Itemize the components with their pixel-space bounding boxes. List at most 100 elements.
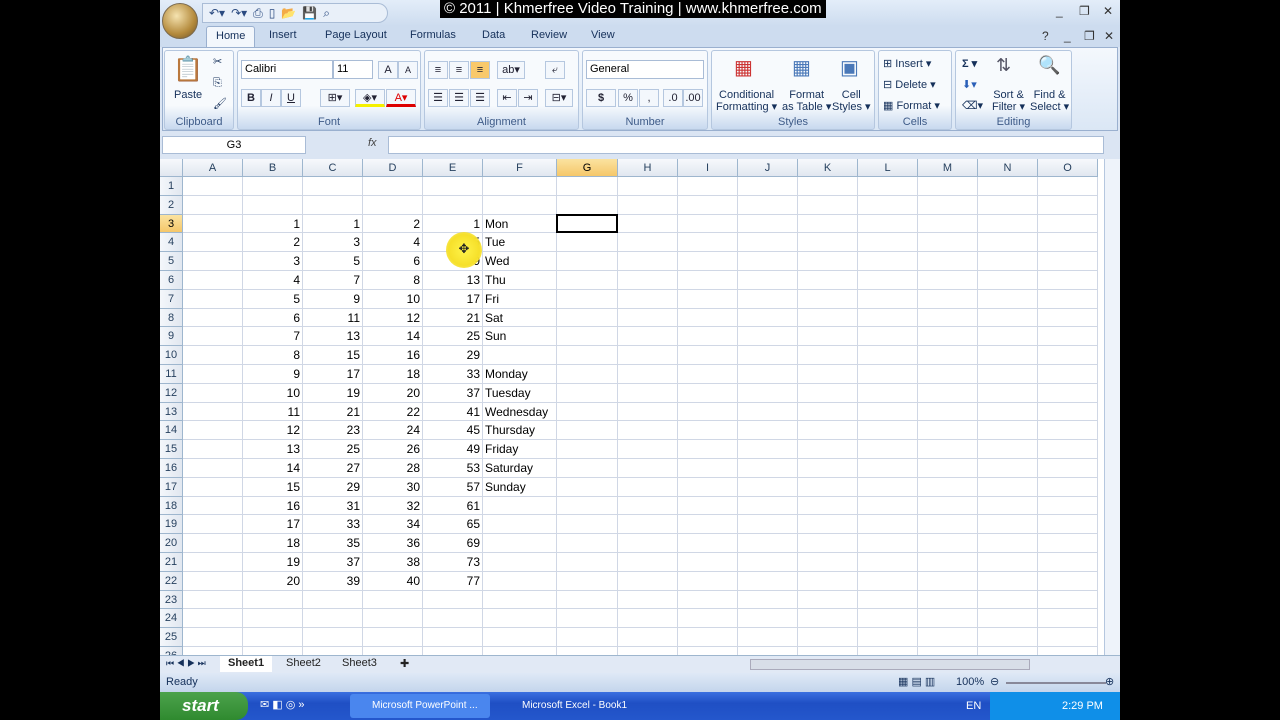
cell-i9[interactable]	[678, 327, 738, 347]
cell-g22[interactable]	[557, 571, 618, 591]
cell-styles-icon[interactable]: ▣	[840, 55, 859, 80]
cell-o20[interactable]	[1038, 534, 1098, 553]
cell-k17[interactable]	[798, 477, 858, 497]
cell-c17[interactable]: 29	[303, 477, 363, 497]
cell-e7[interactable]: 17	[423, 289, 483, 309]
cell-j26[interactable]	[738, 647, 798, 655]
cell-f15[interactable]: Friday	[483, 440, 557, 459]
format-cells-button[interactable]: ▦ Format ▾	[883, 99, 940, 112]
cell-g15[interactable]	[557, 440, 618, 459]
cell-d5[interactable]: 6	[363, 252, 423, 271]
align-middle-icon[interactable]: ≡	[449, 61, 469, 79]
cell-m3[interactable]	[918, 214, 978, 234]
cell-n7[interactable]	[978, 289, 1038, 309]
cell-j7[interactable]	[738, 289, 798, 309]
cell-d25[interactable]	[363, 628, 423, 647]
cell-n25[interactable]	[978, 628, 1038, 647]
cell-a25[interactable]	[183, 628, 243, 647]
row-header[interactable]: 14	[160, 421, 183, 441]
cell-e17[interactable]: 57	[423, 477, 483, 497]
cell-e14[interactable]: 45	[423, 421, 483, 441]
align-left-icon[interactable]: ☰	[428, 89, 448, 107]
cell-b9[interactable]: 7	[243, 327, 303, 347]
cell-d24[interactable]	[363, 609, 423, 629]
orientation-icon[interactable]: ab▾	[497, 61, 525, 79]
format-as-table-button[interactable]: Format as Table ▾	[782, 89, 831, 113]
cell-m16[interactable]	[918, 459, 978, 478]
cell-n11[interactable]	[978, 365, 1038, 384]
tab-insert[interactable]: Insert	[269, 29, 297, 41]
cell-l9[interactable]	[858, 327, 918, 347]
row-header[interactable]: 20	[160, 534, 183, 553]
cell-n23[interactable]	[978, 590, 1038, 610]
cell-d14[interactable]: 24	[363, 421, 423, 441]
cell-c22[interactable]: 39	[303, 571, 363, 591]
cell-a6[interactable]	[183, 271, 243, 290]
cell-g10[interactable]	[557, 346, 618, 365]
currency-button[interactable]: $	[586, 89, 616, 107]
cell-k16[interactable]	[798, 459, 858, 478]
tab-home[interactable]: Home	[206, 26, 256, 47]
cell-j15[interactable]	[738, 440, 798, 459]
worksheet-grid[interactable]: ABCDEFGHIJKLMNO1231121Mon42345Tue53569We…	[160, 159, 1104, 655]
sort-filter-icon[interactable]: ⇅	[996, 55, 1011, 76]
cell-k5[interactable]	[798, 252, 858, 271]
cut-icon[interactable]: ✂	[213, 55, 222, 68]
cell-a2[interactable]	[183, 195, 243, 215]
cell-k25[interactable]	[798, 628, 858, 647]
taskbar-powerpoint[interactable]: Microsoft PowerPoint ...	[350, 694, 490, 718]
cell-h23[interactable]	[618, 590, 678, 610]
redo-icon[interactable]: ↷▾	[231, 6, 247, 20]
cell-k13[interactable]	[798, 402, 858, 422]
cell-k22[interactable]	[798, 571, 858, 591]
conditional-formatting-button[interactable]: Conditional Formatting ▾	[716, 89, 777, 113]
tab-formulas[interactable]: Formulas	[410, 29, 456, 41]
cell-i24[interactable]	[678, 609, 738, 629]
column-header-d[interactable]: D	[363, 159, 423, 177]
cell-n26[interactable]	[978, 647, 1038, 655]
cell-b17[interactable]: 15	[243, 477, 303, 497]
cell-j20[interactable]	[738, 534, 798, 553]
cell-c18[interactable]: 31	[303, 496, 363, 516]
cell-c2[interactable]	[303, 195, 363, 215]
find-select-button[interactable]: Find & Select ▾	[1030, 89, 1069, 113]
cell-o21[interactable]	[1038, 553, 1098, 572]
row-header[interactable]: 19	[160, 515, 183, 535]
cell-d11[interactable]: 18	[363, 365, 423, 384]
cell-j25[interactable]	[738, 628, 798, 647]
cell-n5[interactable]	[978, 252, 1038, 271]
cell-e16[interactable]: 53	[423, 459, 483, 478]
cell-a12[interactable]	[183, 383, 243, 403]
cell-a18[interactable]	[183, 496, 243, 516]
cell-b18[interactable]: 16	[243, 496, 303, 516]
cell-k21[interactable]	[798, 553, 858, 572]
cell-b16[interactable]: 14	[243, 459, 303, 478]
cell-o1[interactable]	[1038, 177, 1098, 196]
close-icon[interactable]: ✕	[1103, 4, 1113, 18]
row-header[interactable]: 5	[160, 252, 183, 271]
cell-c6[interactable]: 7	[303, 271, 363, 290]
cell-n18[interactable]	[978, 496, 1038, 516]
minimize-icon[interactable]: _	[1056, 4, 1063, 18]
cell-a20[interactable]	[183, 534, 243, 553]
zoom-in-icon[interactable]: ⊕	[1105, 675, 1114, 688]
row-header[interactable]: 17	[160, 477, 183, 497]
office-button[interactable]	[162, 3, 198, 39]
paste-button[interactable]: Paste	[174, 89, 202, 101]
cell-g8[interactable]	[557, 308, 618, 328]
taskbar-excel[interactable]: Microsoft Excel - Book1	[500, 694, 640, 718]
cell-c8[interactable]: 11	[303, 308, 363, 328]
cell-b5[interactable]: 3	[243, 252, 303, 271]
cell-a8[interactable]	[183, 308, 243, 328]
cell-n24[interactable]	[978, 609, 1038, 629]
cell-f11[interactable]: Monday	[483, 365, 557, 384]
cell-n17[interactable]	[978, 477, 1038, 497]
cell-a15[interactable]	[183, 440, 243, 459]
cell-g19[interactable]	[557, 515, 618, 535]
sheet-tab-sheet1[interactable]: Sheet1	[220, 656, 273, 672]
cell-d3[interactable]: 2	[363, 214, 423, 234]
cell-j14[interactable]	[738, 421, 798, 441]
cell-g17[interactable]	[557, 477, 618, 497]
column-header-a[interactable]: A	[183, 159, 243, 177]
workbook-restore-icon[interactable]: ❐	[1084, 29, 1095, 43]
